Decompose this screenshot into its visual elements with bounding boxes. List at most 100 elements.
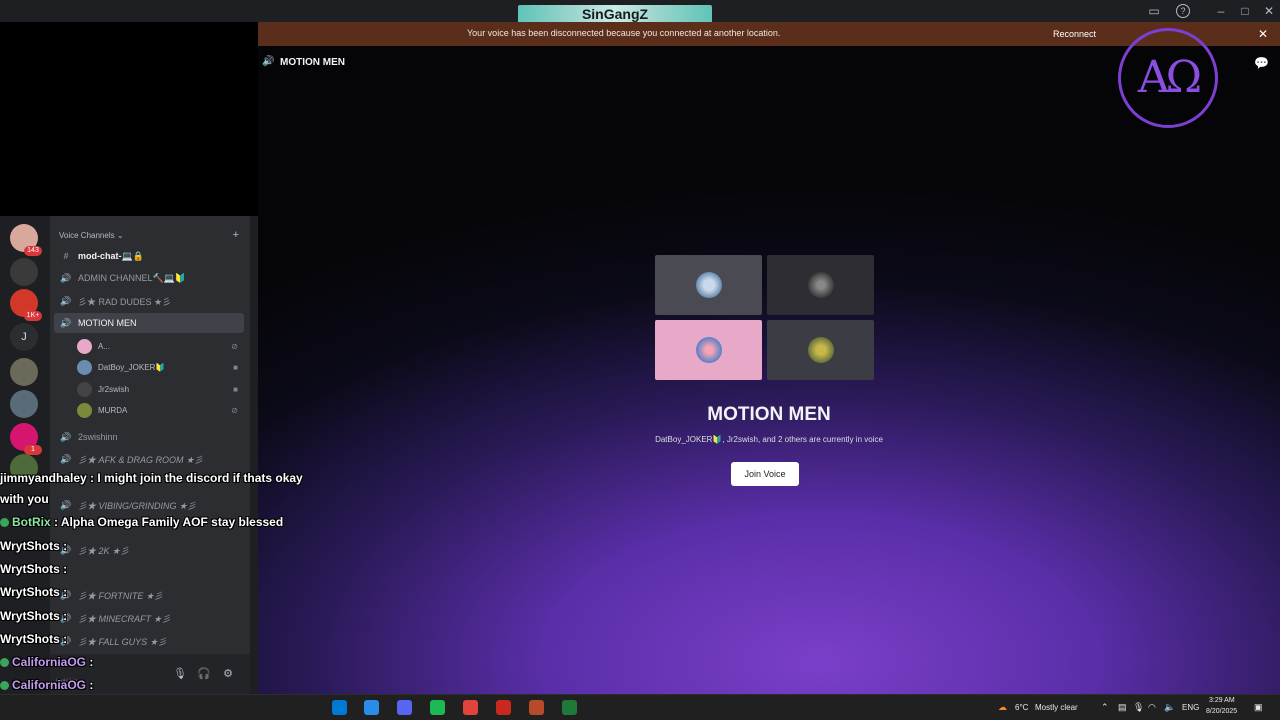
participant-tile[interactable] <box>655 255 762 315</box>
server-icon[interactable]: 1K+ <box>10 289 42 321</box>
speaker-icon: 🔊 <box>60 295 72 306</box>
taskbar-app-icon[interactable] <box>364 700 379 715</box>
channel-label: mod-chat-💻🔒 <box>78 250 144 261</box>
wifi-icon[interactable]: ◠ <box>1148 702 1156 713</box>
taskbar-app-icon[interactable] <box>430 700 445 715</box>
reconnect-button[interactable]: Reconnect <box>1047 26 1102 42</box>
chat-separator: : <box>59 562 68 576</box>
channel-label: 2swishinn <box>78 432 118 442</box>
taskbar-app-icon[interactable] <box>463 700 478 715</box>
taskbar: ☁ 6°C Mostly clear ⌃ ▤ 🎙 ◠ 🔈 ENG 3:29 AM… <box>0 694 1280 720</box>
avatar <box>807 337 834 363</box>
avatar <box>695 272 722 298</box>
chat-username: WrytShots <box>0 539 60 553</box>
taskbar-app-icon[interactable] <box>397 700 412 715</box>
inbox-icon[interactable]: ▭ <box>1147 4 1161 18</box>
chat-text: Alpha Omega Family AOF stay blessed <box>60 515 284 529</box>
chat-message: jimmyandhaley : I might join the discord… <box>0 471 303 485</box>
server-icon[interactable] <box>10 358 38 386</box>
voice-channel-item[interactable]: 🔊 彡★ FALL GUYS ★彡 <box>54 631 244 651</box>
chat-bubble-icon[interactable]: 💬 <box>1254 56 1269 70</box>
server-icon[interactable] <box>10 258 38 286</box>
close-notice-icon[interactable]: ✕ <box>1258 27 1268 41</box>
microphone-tray-icon[interactable]: 🎙 <box>1133 702 1144 713</box>
chat-username: WrytShots <box>0 632 60 646</box>
server-icon[interactable]: 1 <box>10 423 42 455</box>
section-label: Voice Channels <box>59 231 115 240</box>
weather-temp[interactable]: 6°C <box>1015 703 1028 712</box>
badge-icon <box>0 681 9 691</box>
server-badge: 1K+ <box>24 311 42 321</box>
channel-label: 彡★ AFK & DRAG ROOM ★彡 <box>78 454 204 465</box>
maximize-icon[interactable]: □ <box>1238 4 1252 18</box>
clock-date[interactable]: 8/20/2025 <box>1206 708 1237 715</box>
stage-header: 🔊 MOTION MEN <box>262 56 345 68</box>
chat-separator: : <box>86 655 94 669</box>
chat-separator: : <box>59 632 68 646</box>
channel-list: Voice Channels ⌄ + Invisible 🎙 🎧 ⚙ # mod-… <box>50 216 250 694</box>
speaker-icon: 🔊 <box>262 56 275 67</box>
server-icon[interactable]: 143 <box>10 224 42 256</box>
voice-member[interactable]: A... ⊘ <box>77 337 242 355</box>
voice-member[interactable]: MURDA ⊘ <box>77 401 242 419</box>
voice-channel-item[interactable]: 🔊 彡★ FORTNITE ★彡 <box>54 585 244 605</box>
weather-description[interactable]: Mostly clear <box>1035 703 1078 712</box>
chat-message: CaliforniaOG : <box>0 678 93 692</box>
speaker-icon: 🔊 <box>60 272 72 283</box>
chat-username: jimmyandhaley <box>0 471 87 485</box>
add-channel-icon[interactable]: + <box>233 229 239 241</box>
taskbar-app-icon[interactable] <box>332 700 347 715</box>
voice-channel-item[interactable]: 🔊 彡★ AFK & DRAG ROOM ★彡 <box>54 449 244 469</box>
voice-channel-item[interactable]: 🔊 彡★ MINECRAFT ★彡 <box>54 608 244 628</box>
voice-channel-item[interactable]: 🔊 彡★ 2K ★彡 <box>54 540 244 560</box>
volume-icon[interactable]: 🔈 <box>1164 702 1175 713</box>
chat-separator: : <box>59 539 68 553</box>
voice-channel-item[interactable]: 🔊 彡★ RAD DUDES ★彡 <box>54 291 244 311</box>
channel-label: 彡★ RAD DUDES ★彡 <box>78 296 172 307</box>
network-icon[interactable]: ▤ <box>1118 702 1127 713</box>
server-badge: 143 <box>24 246 42 256</box>
disconnect-notice: Your voice has been disconnected because… <box>258 22 1280 46</box>
taskbar-app-icon[interactable] <box>529 700 544 715</box>
voice-channel-item[interactable]: 🔊 彡★ VIBING/GRINDING ★彡 <box>54 495 244 515</box>
chat-username: WrytShots <box>0 562 60 576</box>
voice-channel-item[interactable]: 🔊 2swishinn <box>54 427 244 447</box>
participant-tile[interactable] <box>767 255 874 315</box>
mic-muted-icon: ⊘ <box>231 405 238 415</box>
channel-label: 彡★ VIBING/GRINDING ★彡 <box>78 500 197 511</box>
taskbar-app-icon[interactable] <box>562 700 577 715</box>
chat-message: WrytShots : <box>0 562 67 576</box>
taskbar-app-icon[interactable] <box>496 700 511 715</box>
clock-time[interactable]: 3:29 AM <box>1209 697 1235 704</box>
voice-channel-item[interactable]: 🔊 ADMIN CHANNEL🔨💻🔰 <box>54 268 244 288</box>
close-window-icon[interactable]: ✕ <box>1262 4 1276 18</box>
stage-channel-title: MOTION MEN <box>280 56 345 68</box>
badge-icon <box>0 518 9 528</box>
participant-tile[interactable] <box>655 320 762 380</box>
participant-tile[interactable] <box>767 320 874 380</box>
avatar <box>77 359 92 375</box>
microphone-icon[interactable]: 🎙 <box>173 667 187 681</box>
voice-channel-item[interactable]: 🔊 MOTION MEN <box>54 313 244 333</box>
chevron-up-icon[interactable]: ⌃ <box>1101 702 1109 713</box>
notification-icon[interactable]: ▣ <box>1254 702 1263 713</box>
server-icon[interactable] <box>10 390 38 418</box>
voice-channel-name: MOTION MEN <box>707 404 831 425</box>
join-voice-button[interactable]: Join Voice <box>731 462 799 486</box>
chat-separator: : <box>50 515 61 529</box>
voice-channel-item[interactable]: # mod-chat-💻🔒 <box>54 246 244 266</box>
language-indicator[interactable]: ENG <box>1182 703 1199 712</box>
mic-muted-icon: ⊘ <box>231 341 238 351</box>
chat-separator: : <box>59 585 68 599</box>
settings-gear-icon[interactable]: ⚙ <box>221 667 235 681</box>
voice-member[interactable]: DatBoy_JOKER🔰 ■ <box>77 358 242 376</box>
weather-icon[interactable]: ☁ <box>998 702 1007 713</box>
voice-member[interactable]: Jr2swish ■ <box>77 380 242 398</box>
server-icon[interactable]: J <box>10 323 38 351</box>
section-header-voice[interactable]: Voice Channels ⌄ <box>59 231 124 240</box>
headphones-icon[interactable]: 🎧 <box>197 667 211 681</box>
minimize-icon[interactable]: – <box>1214 4 1228 18</box>
chat-message: BotRix : Alpha Omega Family AOF stay ble… <box>0 515 283 529</box>
participant-grid <box>655 255 874 380</box>
help-icon[interactable]: ? <box>1176 4 1190 18</box>
